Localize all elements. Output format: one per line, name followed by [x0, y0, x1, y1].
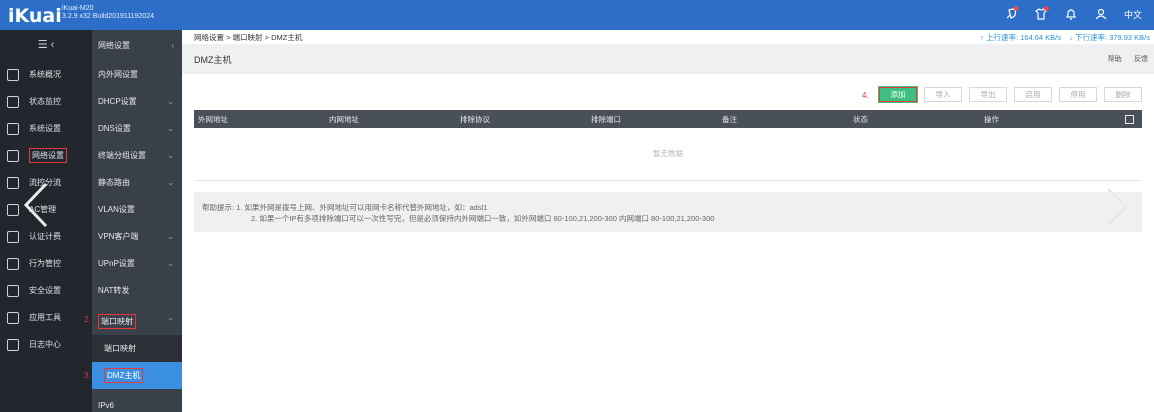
subnav-title[interactable]: 网络设置 ‹ [92, 32, 182, 59]
secondary-nav: 网络设置 ‹ 内外网设置 DHCP设置 ⌄ DNS设置 ⌄ 终端分组设置 ⌄ 静态路由 ⌄… [92, 30, 182, 412]
build-version: 3.2.9 x32 Build201911192024 [62, 13, 154, 20]
nav-item-network[interactable]: 网络设置 [0, 142, 92, 169]
next-arrow-icon[interactable] [1102, 185, 1132, 229]
nav-item-behavior[interactable]: 行为管控 [0, 250, 92, 277]
subnav-item-vlan[interactable]: VLAN设置 [92, 196, 182, 223]
chevron-up-icon: ⌃ [167, 317, 174, 326]
empty-state: 暂无数据 [653, 149, 683, 158]
rocket-icon[interactable] [1004, 6, 1019, 21]
enable-button[interactable]: 启用 [1014, 87, 1052, 102]
user-icon[interactable] [1094, 7, 1108, 21]
main-content: 网络设置 > 端口映射 > DMZ主机 ↑ 上行速率: 164.64 KB/s … [182, 30, 1154, 412]
nav-item-monitor[interactable]: 状态监控 [0, 88, 92, 115]
delete-button[interactable]: 删除 [1104, 87, 1142, 102]
toolbar: 添加 导入 导出 启用 停用 删除 [878, 86, 1142, 103]
upload-speed: ↑ 上行速率: 164.64 KB/s [980, 32, 1062, 42]
chevron-down-icon: ⌄ [167, 178, 174, 187]
feedback-link[interactable]: 反馈 [1134, 56, 1148, 63]
col-lan-address: 内网地址 [329, 114, 359, 124]
behavior-icon [7, 257, 19, 270]
breadcrumb[interactable]: 网络设置 > 端口映射 > DMZ主机 [194, 32, 302, 43]
select-all-checkbox[interactable] [1125, 114, 1134, 124]
chevron-down-icon: ⌄ [167, 97, 174, 106]
subnav-item-dmz[interactable]: DMZ主机 [92, 362, 182, 389]
page-title-bar: DMZ主机 帮助 反馈 [182, 44, 1154, 74]
security-icon [7, 284, 19, 297]
prev-arrow-icon[interactable] [20, 180, 54, 230]
log-icon [7, 338, 19, 351]
col-actions: 操作 [984, 114, 999, 124]
subnav-item-port-mapping[interactable]: 端口映射 ⌃ [92, 308, 182, 335]
speed-indicator: ↑ 上行速率: 164.64 KB/s ↓ 下行速率: 379.93 KB/s [974, 32, 1150, 43]
col-status: 状态 [853, 114, 868, 124]
chevron-down-icon: ⌄ [167, 259, 174, 268]
model-name: iKuai-M20 [62, 5, 94, 12]
language-switch[interactable]: 中文 [1124, 8, 1142, 21]
subnav-item-static-route[interactable]: 静态路由 ⌄ [92, 169, 182, 196]
shirt-icon[interactable] [1034, 6, 1049, 21]
chevron-left-icon: ‹ [171, 41, 174, 50]
subnav-item-vpn[interactable]: VPN客户端 ⌄ [92, 223, 182, 250]
subnav-item-ipv6[interactable]: IPv6 [92, 392, 182, 412]
import-button[interactable]: 导入 [924, 87, 962, 102]
top-bar: iKuai iKuai-M20 3.2.9 x32 Build201911192… [0, 0, 1154, 30]
help-line-2: 2. 如果一个IP有多项排除端口可以一次性写完，但是必须保持内外网端口一致，如外… [251, 214, 715, 223]
col-wan-address: 外网地址 [198, 114, 228, 124]
subnav-item-dhcp[interactable]: DHCP设置 ⌄ [92, 88, 182, 115]
collapse-menu-icon[interactable]: ☰ ‹ [0, 30, 92, 60]
col-exclude-protocol: 排除协议 [460, 114, 490, 124]
disable-button[interactable]: 停用 [1059, 87, 1097, 102]
model-info: iKuai-M20 3.2.9 x32 Build201911192024 [62, 5, 154, 21]
auth-icon [7, 230, 19, 243]
nav-item-overview[interactable]: 系统概况 [0, 61, 92, 88]
download-speed: ↓ 下行速率: 379.93 KB/s [1069, 32, 1150, 42]
subnav-item-wan-lan[interactable]: 内外网设置 [92, 61, 182, 88]
nav-item-logs[interactable]: 日志中心 [0, 331, 92, 358]
nav-item-system[interactable]: 系统设置 [0, 115, 92, 142]
monitor-icon [7, 95, 19, 108]
export-button[interactable]: 导出 [969, 87, 1007, 102]
step-3-marker: 3. [84, 371, 91, 380]
divider [194, 180, 1142, 181]
add-button[interactable]: 添加 [878, 86, 918, 103]
subnav-item-terminal-group[interactable]: 终端分组设置 ⌄ [92, 142, 182, 169]
subnav-item-nat[interactable]: NAT转发 [92, 277, 182, 304]
subnav-item-upnp[interactable]: UPnP设置 ⌄ [92, 250, 182, 277]
tools-icon [7, 311, 19, 324]
help-line-1: 帮助提示: 1. 如果外网是拨号上网、外网地址可以用网卡名称代替外网地址，如：a… [202, 203, 488, 212]
help-tips: 帮助提示: 1. 如果外网是拨号上网、外网地址可以用网卡名称代替外网地址，如：a… [194, 192, 1142, 232]
table-header: 外网地址 内网地址 排除协议 排除端口 备注 状态 操作 [194, 110, 1142, 128]
col-exclude-port: 排除端口 [591, 114, 621, 124]
logo: iKuai [8, 5, 62, 27]
chevron-down-icon: ⌄ [167, 151, 174, 160]
flow-icon [7, 176, 19, 189]
ac-icon [7, 203, 19, 216]
page-title: DMZ主机 [194, 54, 232, 65]
dashboard-icon [7, 68, 19, 81]
subnav-item-port-mapping-child[interactable]: 端口映射 [92, 335, 182, 362]
nav-item-tools[interactable]: 应用工具 [0, 304, 92, 331]
gear-icon [7, 122, 19, 135]
network-icon [7, 149, 19, 162]
nav-item-security[interactable]: 安全设置 [0, 277, 92, 304]
chevron-down-icon: ⌄ [167, 124, 174, 133]
step-4-marker: 4. [862, 91, 869, 100]
step-2-marker: 2. [84, 315, 91, 324]
subnav-item-dns[interactable]: DNS设置 ⌄ [92, 115, 182, 142]
help-link[interactable]: 帮助 [1108, 56, 1122, 63]
chevron-down-icon: ⌄ [167, 232, 174, 241]
bell-icon[interactable] [1064, 7, 1078, 21]
col-note: 备注 [722, 114, 737, 124]
